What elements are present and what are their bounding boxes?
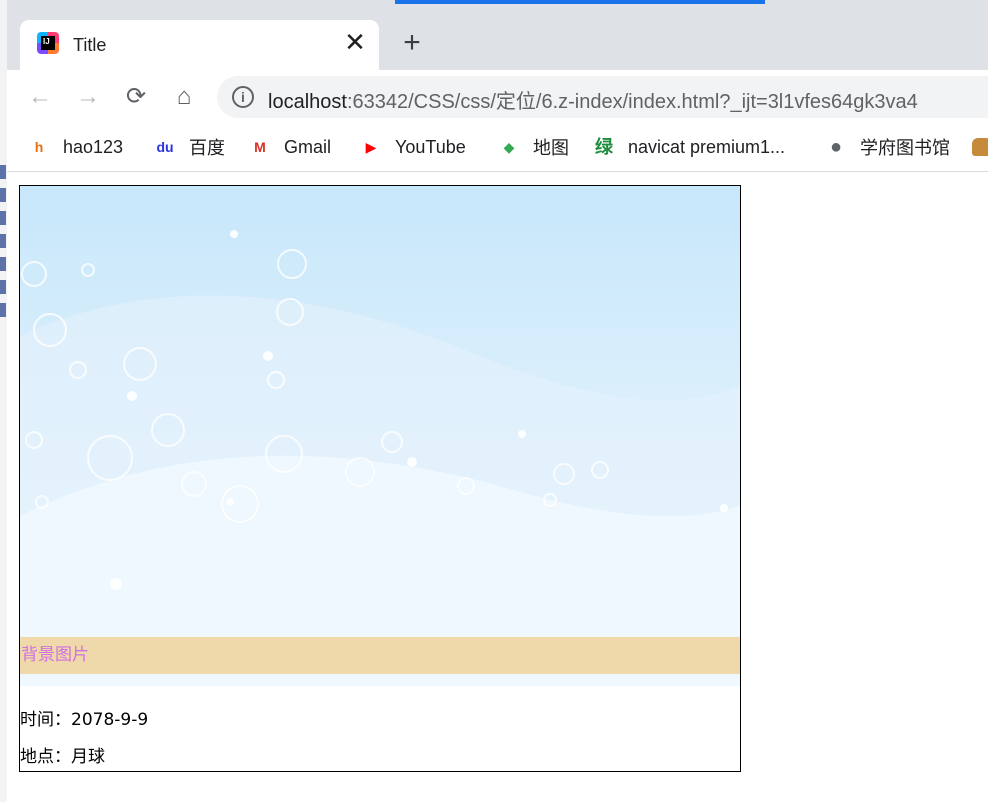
bookmark-gmail[interactable]: M Gmail: [248, 134, 331, 160]
baidu-paw-icon: du: [156, 139, 174, 155]
url-path: :63342/CSS/css/定位/6.z-index/index.html?_…: [346, 91, 918, 113]
background-window-sliver: [0, 156, 7, 386]
forward-arrow-icon[interactable]: →: [73, 82, 103, 112]
window-left-edge: [0, 0, 7, 802]
browser-tab[interactable]: IJ Title ✕: [20, 20, 379, 70]
site-info-icon[interactable]: i: [232, 86, 254, 108]
globe-icon: ●: [829, 136, 843, 158]
maps-icon: ◆: [503, 139, 515, 155]
green-character-icon: 绿: [595, 137, 613, 157]
bookmark-navicat[interactable]: 绿 navicat premium1...: [592, 134, 785, 160]
background-image: [20, 186, 740, 686]
back-arrow-icon[interactable]: ←: [25, 82, 55, 112]
event-time: 时间：2078-9-9: [20, 710, 149, 730]
url-host: localhost: [268, 91, 347, 113]
bookmark-label: navicat premium1...: [628, 136, 786, 157]
desktop-sliver: [395, 0, 765, 4]
tab-title: Title: [73, 35, 107, 55]
reload-icon[interactable]: ⟳: [121, 82, 151, 112]
bookmark-folder[interactable]: [972, 134, 988, 160]
bookmark-label: Gmail: [284, 136, 332, 157]
bookmark-baidu[interactable]: du 百度: [153, 134, 225, 160]
close-tab-icon[interactable]: ✕: [342, 29, 368, 56]
address-url: localhost:63342/CSS/css/定位/6.z-index/ind…: [268, 85, 918, 114]
youtube-icon: ▶: [365, 139, 377, 155]
folder-icon: [972, 138, 988, 156]
home-icon[interactable]: ⌂: [169, 82, 199, 112]
bookmark-label: hao123: [63, 136, 124, 157]
content-box: 背景图片 时间：2078-9-9 地点：月球: [19, 185, 741, 772]
bookmarks-bar: h hao123 du 百度 M Gmail ▶ YouTube ◆ 地图 绿 …: [7, 124, 988, 172]
bookmark-label: YouTube: [395, 136, 466, 157]
bookmark-youtube[interactable]: ▶ YouTube: [359, 134, 466, 160]
event-place: 地点：月球: [20, 747, 105, 767]
bookmark-library[interactable]: ● 学府图书馆: [824, 134, 950, 160]
bookmark-label: 学府图书馆: [860, 138, 950, 158]
bookmark-label: 地图: [533, 138, 569, 158]
image-caption: 背景图片: [20, 637, 740, 674]
bookmark-hao123[interactable]: h hao123: [27, 134, 123, 160]
gmail-icon: M: [254, 139, 266, 155]
snowflake-decoration: [20, 230, 740, 686]
intellij-icon: IJ: [37, 32, 59, 54]
bookmark-label: 百度: [189, 138, 225, 158]
bookmark-maps[interactable]: ◆ 地图: [497, 134, 569, 160]
browser-toolbar: ← → ⟳ ⌂ i localhost:63342/CSS/css/定位/6.z…: [7, 70, 988, 124]
tab-strip: IJ Title ✕ +: [0, 0, 988, 70]
new-tab-button[interactable]: +: [397, 28, 427, 59]
address-bar[interactable]: i localhost:63342/CSS/css/定位/6.z-index/i…: [217, 76, 988, 118]
hao123-icon: h: [34, 139, 44, 155]
